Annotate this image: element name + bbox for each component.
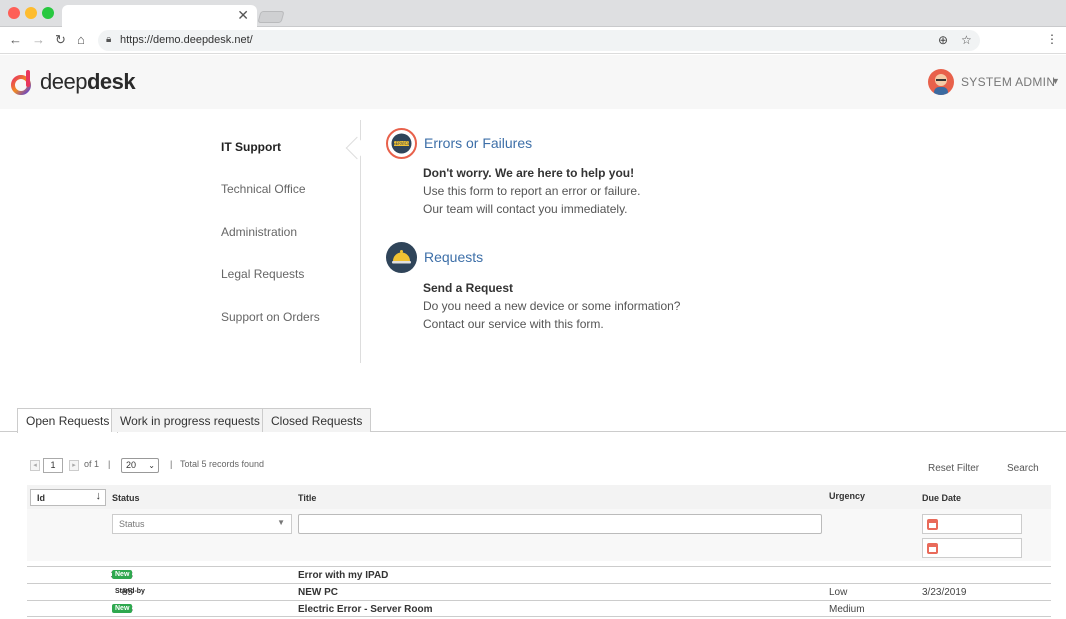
service-text-errors-1: Use this form to report an error or fail… [423,184,641,198]
address-bar: ← → ↻ ⌂ 🔒︎ https://demo.deepdesk.net/ ⊕ … [0,27,1066,54]
row-due-date: 3/23/2019 [922,587,967,598]
deepdesk-logo-icon [11,70,31,95]
due-date-from-input[interactable] [922,514,1022,534]
browser-tab[interactable]: ✕ [62,5,257,27]
reset-filter-button[interactable]: Reset Filter [928,463,979,474]
chevron-down-icon: ▼ [277,518,285,527]
service-title-requests[interactable]: Requests [424,249,483,265]
service-text-requests-1: Do you need a new device or some informa… [423,299,681,313]
requests-tab-bar: Open Requests Work in progress requests … [0,408,1066,433]
category-active-notch [345,136,369,160]
table-row[interactable]: 83 New Electric Error - Server Room Medi… [27,600,1051,617]
pager-separator-2: | [170,459,173,469]
column-title[interactable]: Title [298,493,316,503]
table-header [27,485,1051,509]
category-divider [360,120,361,363]
column-status[interactable]: Status [112,493,140,503]
bookmark-star-icon[interactable]: ☆ [961,33,972,47]
status-badge: New [112,604,133,613]
category-administration[interactable]: Administration [221,225,297,239]
tab-open-requests[interactable]: Open Requests [17,408,119,433]
browser-menu-icon[interactable]: ⋮ [1046,32,1058,46]
table-row[interactable]: 3413 New Error with my IPAD [27,566,1051,583]
row-urgency: Medium [829,604,865,615]
pager-of-label: of 1 [84,459,100,469]
service-text-errors-2: Our team will contact you immediately. [423,202,628,216]
total-records-label: Total 5 records found [180,459,265,469]
category-technical-office[interactable]: Technical Office [221,182,306,196]
table-row[interactable]: 85 Stand-by NEW PC Low 3/23/2019 [27,583,1051,600]
search-button[interactable]: Search [1007,463,1039,474]
category-legal-requests[interactable]: Legal Requests [221,267,304,281]
status-badge: Stand-by [115,588,145,595]
service-bell-icon[interactable] [386,242,417,273]
lock-icon: 🔒︎ [106,34,112,45]
row-title[interactable]: Error with my IPAD [298,570,388,581]
column-id: Id [37,493,45,503]
tab-closed-requests[interactable]: Closed Requests [262,408,372,432]
pager-page-input[interactable]: 1 [43,458,63,473]
status-filter-select[interactable]: Status ▼ [112,514,292,534]
pager-next-button[interactable]: ▸ [69,460,79,471]
app-header: deepdesk SYSTEM ADMIN ▼ [0,55,1066,109]
logo-text[interactable]: deepdesk [40,69,136,95]
service-subtitle-errors: Don't worry. We are here to help you! [423,166,635,180]
tab-work-in-progress[interactable]: Work in progress requests [111,408,269,432]
calendar-icon[interactable] [927,543,938,554]
chevron-down-icon: ⌄ [148,461,155,470]
svg-text:SERVICE: SERVICE [393,141,410,146]
url-input[interactable]: 🔒︎ https://demo.deepdesk.net/ ⊕ ☆ [98,30,980,51]
pager-separator: | [108,459,111,469]
minimize-window-button[interactable] [25,7,37,19]
due-date-to-input[interactable] [922,538,1022,558]
category-support-on-orders[interactable]: Support on Orders [221,310,320,324]
new-tab-button[interactable] [257,11,285,23]
id-sort-button[interactable]: Id ↓ [30,489,106,506]
service-text-requests-2: Contact our service with this form. [423,317,604,331]
category-it-support[interactable]: IT Support [221,140,281,154]
reload-icon[interactable]: ↻ [55,32,66,48]
maximize-window-button[interactable] [42,7,54,19]
row-title[interactable]: Electric Error - Server Room [298,604,433,615]
close-tab-icon[interactable]: ✕ [237,7,249,24]
back-icon[interactable]: ← [9,32,22,47]
avatar[interactable] [928,69,954,95]
sort-down-arrow-icon: ↓ [95,490,102,502]
title-filter-input[interactable] [298,514,822,534]
row-title[interactable]: NEW PC [298,587,338,598]
pager-prev-button[interactable]: ◂ [30,460,40,471]
status-badge: New [112,570,133,579]
calendar-icon[interactable] [927,519,938,530]
close-window-button[interactable] [8,7,20,19]
home-icon[interactable]: ⌂ [77,32,85,47]
service-subtitle-requests: Send a Request [423,281,514,295]
zoom-icon[interactable]: ⊕ [938,33,948,47]
page-size-select[interactable]: 20 ⌄ [121,458,159,473]
row-urgency: Low [829,587,848,598]
forward-icon[interactable]: → [32,32,45,47]
url-text: https://demo.deepdesk.net/ [120,34,253,46]
user-name[interactable]: SYSTEM ADMIN [961,75,1055,89]
column-urgency[interactable]: Urgency [829,491,865,501]
service-title-errors[interactable]: Errors or Failures [424,135,532,151]
service-badge-icon[interactable]: SERVICE [386,128,417,159]
chevron-down-icon[interactable]: ▼ [1051,76,1060,86]
browser-tab-bar: ✕ [0,0,1066,27]
column-due-date[interactable]: Due Date [922,493,961,503]
